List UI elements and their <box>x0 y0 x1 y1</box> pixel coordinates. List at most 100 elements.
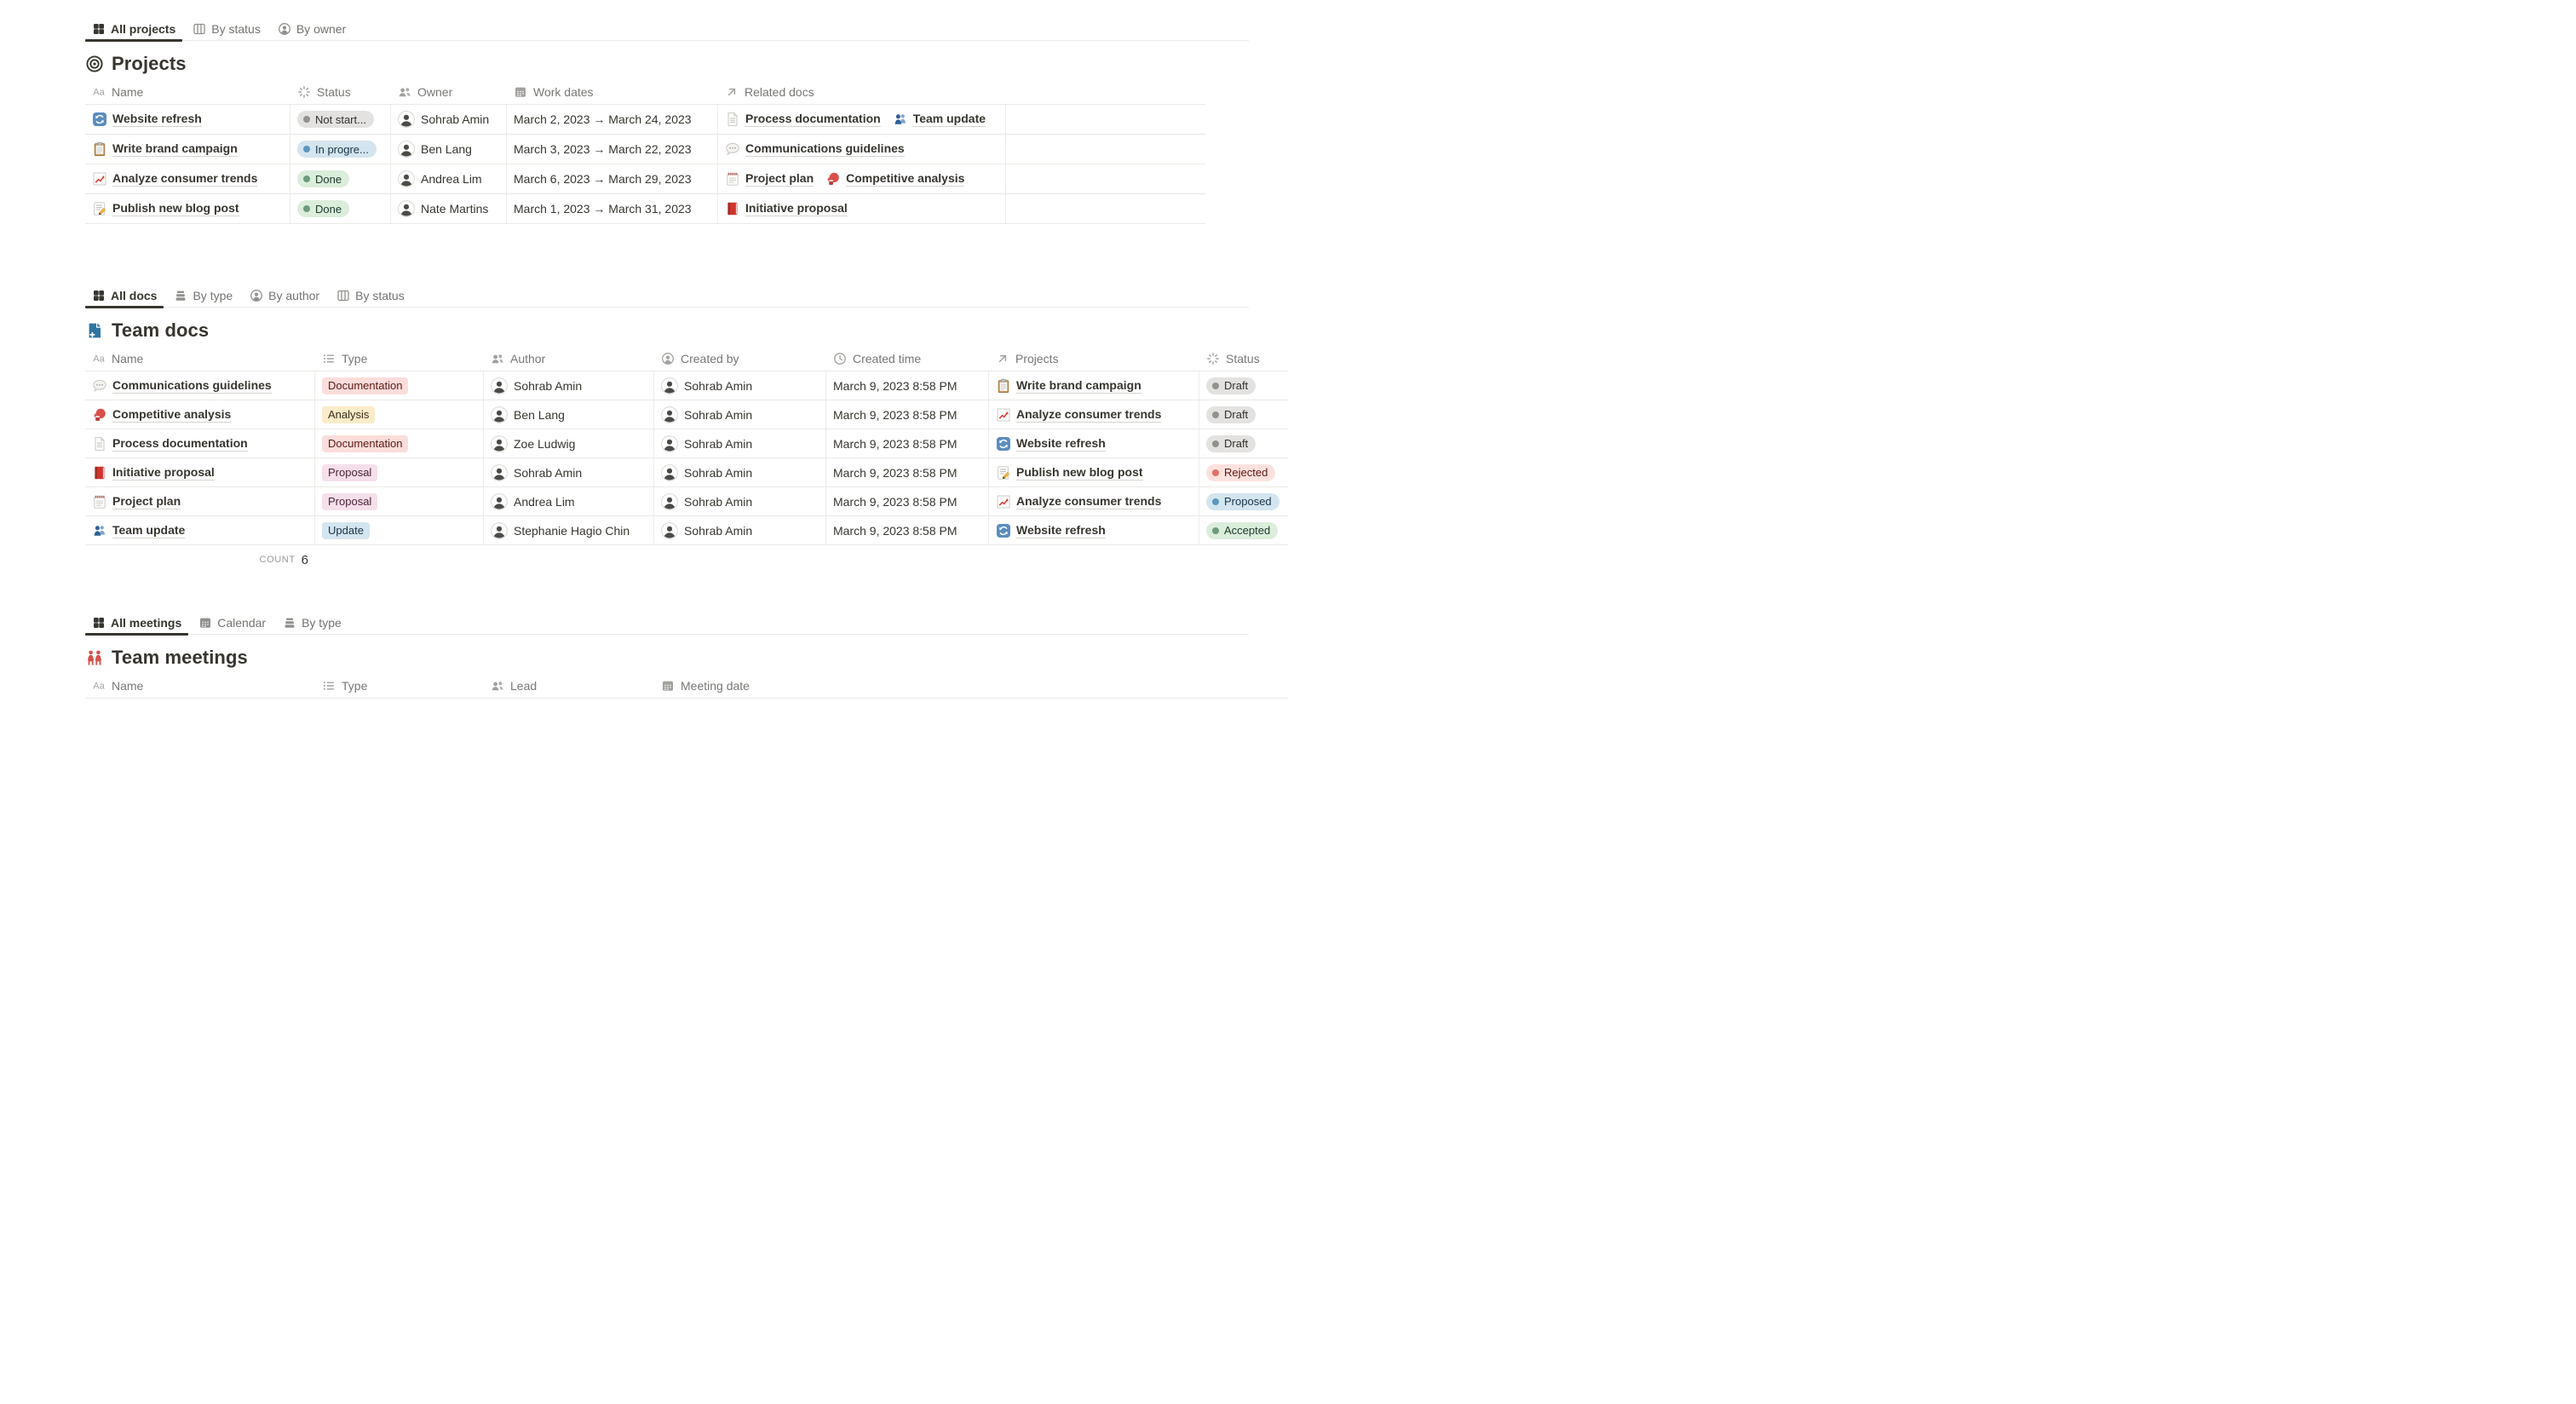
column-header-created-time[interactable]: Created time <box>826 346 989 371</box>
cell-status[interactable]: Accepted <box>1199 516 1288 544</box>
cell-name[interactable]: Initiative proposal <box>85 458 315 486</box>
cell-type[interactable]: Proposal <box>315 458 484 486</box>
column-header-type[interactable]: Type <box>315 346 484 371</box>
person-cell[interactable]: Sohrab Amin <box>661 493 752 510</box>
related-doc-link[interactable]: Communications guidelines <box>725 141 905 157</box>
person-cell[interactable]: Sohrab Amin <box>661 464 752 481</box>
person-cell[interactable]: Ben Lang <box>398 141 472 158</box>
page-link[interactable]: Team update <box>92 523 185 538</box>
tab-calendar[interactable]: Calendar <box>192 611 273 635</box>
column-header-work-dates[interactable]: Work dates <box>507 79 718 104</box>
cell-name[interactable]: Communications guidelines <box>85 371 315 400</box>
cell-type[interactable]: Update <box>315 516 484 544</box>
cell-author[interactable]: Zoe Ludwig <box>484 429 654 457</box>
type-tag[interactable]: Analysis <box>322 406 375 423</box>
cell-created-by[interactable]: Sohrab Amin <box>654 487 826 515</box>
status-pill[interactable]: In progre... <box>297 141 377 158</box>
docs-title[interactable]: Team docs <box>112 319 209 342</box>
cell-projects[interactable]: Analyze consumer trends <box>989 400 1199 429</box>
status-pill[interactable]: Done <box>297 200 349 217</box>
status-pill[interactable]: Draft <box>1206 435 1256 452</box>
cell-created-time[interactable]: March 9, 2023 8:58 PM <box>826 458 989 486</box>
type-tag[interactable]: Update <box>322 522 370 539</box>
person-cell[interactable]: Sohrab Amin <box>661 435 752 452</box>
cell-type[interactable]: Proposal <box>315 487 484 515</box>
cell-owner[interactable]: Sohrab Amin <box>391 105 507 134</box>
cell-created-time[interactable]: March 9, 2023 8:58 PM <box>826 429 989 457</box>
tab-all-docs[interactable]: All docs <box>85 284 164 308</box>
cell-status[interactable]: Done <box>290 194 391 223</box>
cell-related-docs[interactable]: Communications guidelines <box>718 135 1006 164</box>
status-pill[interactable]: Proposed <box>1206 493 1279 510</box>
cell-projects[interactable]: Analyze consumer trends <box>989 487 1199 515</box>
column-header-projects[interactable]: Projects <box>989 346 1199 371</box>
person-cell[interactable]: Nate Martins <box>398 200 488 217</box>
related-doc-link[interactable]: Initiative proposal <box>725 201 848 216</box>
column-header-meeting-date[interactable]: Meeting date <box>654 673 1288 698</box>
tab-by-type[interactable]: By type <box>276 611 348 635</box>
cell-status[interactable]: Rejected <box>1199 458 1288 486</box>
cell-created-time[interactable]: March 9, 2023 8:58 PM <box>826 516 989 544</box>
cell-created-by[interactable]: Sohrab Amin <box>654 516 826 544</box>
cell-status[interactable]: Not start... <box>290 105 391 134</box>
cell-related-docs[interactable]: Initiative proposal <box>718 194 1006 223</box>
column-header-status[interactable]: Status <box>1199 346 1288 371</box>
cell-created-time[interactable]: March 9, 2023 8:58 PM <box>826 371 989 400</box>
page-link[interactable]: Competitive analysis <box>92 407 231 423</box>
cell-name[interactable]: Write brand campaign <box>85 135 290 164</box>
cell-related-docs[interactable]: Process documentation Team update <box>718 105 1006 134</box>
tab-by-type[interactable]: By type <box>167 284 239 308</box>
cell-author[interactable]: Stephanie Hagio Chin <box>484 516 654 544</box>
person-cell[interactable]: Sohrab Amin <box>491 377 582 394</box>
tab-by-status[interactable]: By status <box>330 284 411 308</box>
cell-status[interactable]: In progre... <box>290 135 391 164</box>
column-header-status[interactable]: Status <box>290 79 391 104</box>
cell-created-by[interactable]: Sohrab Amin <box>654 371 826 400</box>
projects-title[interactable]: Projects <box>112 52 187 76</box>
cell-type[interactable]: Analysis <box>315 400 484 429</box>
cell-type[interactable]: Documentation <box>315 371 484 400</box>
cell-name[interactable]: Analyze consumer trends <box>85 164 290 193</box>
cell-created-by[interactable]: Sohrab Amin <box>654 400 826 429</box>
cell-status[interactable]: Done <box>290 164 391 193</box>
count-row[interactable]: COUNT 6 <box>85 545 315 574</box>
related-doc-link[interactable]: Process documentation <box>725 112 881 127</box>
cell-name[interactable]: Process documentation <box>85 429 315 457</box>
person-cell[interactable]: Sohrab Amin <box>661 522 752 539</box>
cell-work-dates[interactable]: March 2, 2023 → March 24, 2023 <box>507 105 718 134</box>
cell-owner[interactable]: Andrea Lim <box>391 164 507 193</box>
cell-status[interactable]: Draft <box>1199 400 1288 429</box>
cell-owner[interactable]: Ben Lang <box>391 135 507 164</box>
cell-author[interactable]: Sohrab Amin <box>484 458 654 486</box>
related-doc-link[interactable]: Team update <box>893 112 986 127</box>
page-link[interactable]: Communications guidelines <box>92 378 272 394</box>
page-link[interactable]: Analyze consumer trends <box>92 171 257 187</box>
status-pill[interactable]: Accepted <box>1206 522 1278 539</box>
cell-name[interactable]: Project plan <box>85 487 315 515</box>
status-pill[interactable]: Rejected <box>1206 464 1275 481</box>
person-cell[interactable]: Zoe Ludwig <box>491 435 575 452</box>
status-pill[interactable]: Draft <box>1206 406 1256 423</box>
page-link[interactable]: Write brand campaign <box>92 141 238 157</box>
person-cell[interactable]: Sohrab Amin <box>661 406 752 423</box>
cell-name[interactable]: Publish new blog post <box>85 194 290 223</box>
column-header-lead[interactable]: Lead <box>484 673 654 698</box>
page-link[interactable]: Project plan <box>92 494 181 509</box>
cell-created-by[interactable]: Sohrab Amin <box>654 429 826 457</box>
type-tag[interactable]: Proposal <box>322 464 377 481</box>
column-header-name[interactable]: AaName <box>85 673 315 698</box>
cell-name[interactable]: Team update <box>85 516 315 544</box>
column-header-name[interactable]: AaName <box>85 346 315 371</box>
cell-work-dates[interactable]: March 6, 2023 → March 29, 2023 <box>507 164 718 193</box>
cell-status[interactable]: Proposed <box>1199 487 1288 515</box>
cell-related-docs[interactable]: Project planCompetitive analysis <box>718 164 1006 193</box>
person-cell[interactable]: Stephanie Hagio Chin <box>491 522 630 539</box>
type-tag[interactable]: Documentation <box>322 377 408 394</box>
cell-author[interactable]: Sohrab Amin <box>484 371 654 400</box>
cell-created-time[interactable]: March 9, 2023 8:58 PM <box>826 487 989 515</box>
cell-name[interactable]: Website refresh <box>85 105 290 134</box>
person-cell[interactable]: Andrea Lim <box>398 170 482 187</box>
cell-name[interactable]: Competitive analysis <box>85 400 315 429</box>
column-header-created-by[interactable]: Created by <box>654 346 826 371</box>
page-link[interactable]: Publish new blog post <box>92 201 239 216</box>
